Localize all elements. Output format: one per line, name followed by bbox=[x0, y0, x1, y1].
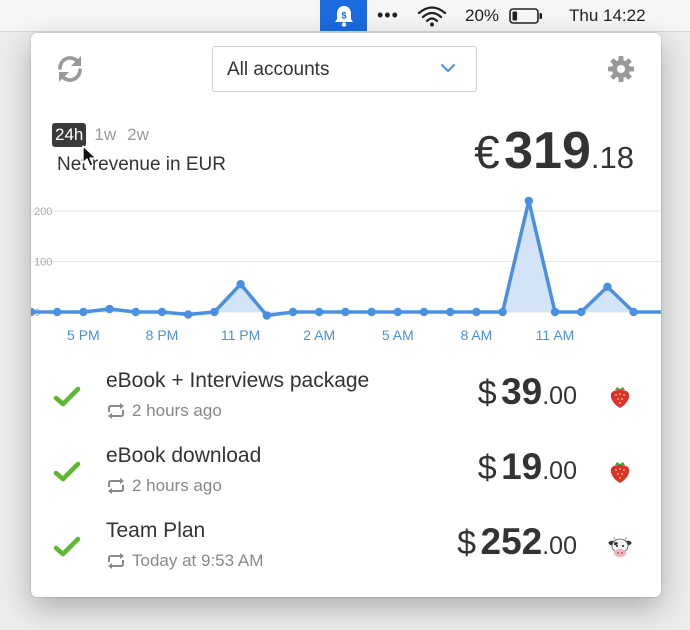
chart-point bbox=[184, 310, 193, 319]
chart-area bbox=[31, 200, 661, 316]
battery-percent: 20% bbox=[465, 6, 500, 25]
chart-point bbox=[603, 282, 612, 291]
range-tabs: 24h 1w 2w bbox=[52, 123, 152, 147]
revenue-total-integer: 319 bbox=[504, 122, 591, 180]
revenue-total-decimal: .18 bbox=[590, 140, 634, 175]
chart-line bbox=[31, 199, 661, 318]
menubar-clock[interactable]: Thu 14:22 bbox=[569, 6, 646, 26]
revenue-total: € 319.18 bbox=[474, 121, 634, 181]
transaction-time: 2 hours ago bbox=[132, 401, 222, 420]
tab-1w[interactable]: 1w bbox=[91, 123, 119, 147]
transaction-row[interactable]: eBook download 2 hours ago $ 19.00 bbox=[31, 441, 661, 513]
chart-point bbox=[472, 307, 481, 317]
recurring-icon bbox=[108, 478, 124, 494]
amount-currency: $ bbox=[477, 374, 497, 412]
transaction-amount: $ 19.00 bbox=[478, 446, 577, 488]
menu-bar: $ ••• 20% Thu 14:22 bbox=[0, 0, 690, 32]
chart-point bbox=[79, 307, 88, 317]
cow-icon bbox=[608, 537, 632, 557]
chart-x-tick-label: 8 AM bbox=[460, 327, 492, 343]
chart-point bbox=[524, 196, 533, 206]
menubar-more-icon[interactable]: ••• bbox=[377, 5, 399, 26]
chart-point bbox=[131, 307, 140, 317]
money-bell-icon: $ bbox=[334, 5, 353, 27]
chart-point bbox=[498, 307, 507, 317]
recurring-icon bbox=[108, 553, 124, 569]
chart-x-tick-label: 5 PM bbox=[67, 327, 100, 343]
chart-point bbox=[210, 307, 219, 317]
chart-point bbox=[419, 307, 429, 317]
battery-icon[interactable] bbox=[509, 8, 543, 24]
chart-y-tick-label: 200 bbox=[34, 206, 52, 218]
amount-decimal: .00 bbox=[542, 382, 577, 410]
chart-point bbox=[262, 311, 271, 320]
transaction-meta: Today at 9:53 AM bbox=[106, 551, 263, 571]
transaction-title: Team Plan bbox=[106, 519, 206, 542]
chart-point bbox=[288, 307, 298, 317]
chart-x-tick-label: 2 AM bbox=[303, 327, 335, 343]
revenue-chart: 20010005 PM 8 PM 11 PM 2 AM 5 AM 8 AM 11 AM bbox=[31, 196, 661, 343]
chart-point bbox=[393, 307, 402, 317]
amount-decimal: .00 bbox=[542, 532, 577, 560]
account-select[interactable]: All accounts bbox=[212, 46, 477, 92]
chart-x-tick-label: 11 PM bbox=[221, 327, 260, 343]
transaction-meta: 2 hours ago bbox=[106, 401, 222, 421]
chevron-down-icon bbox=[441, 64, 455, 72]
recurring-icon bbox=[108, 403, 124, 419]
tab-24h[interactable]: 24h bbox=[52, 123, 87, 147]
menubar-app-button[interactable]: $ bbox=[320, 0, 367, 31]
chart-x-tick-label: 11 AM bbox=[536, 327, 575, 343]
amount-integer: 19 bbox=[501, 446, 543, 487]
settings-button[interactable] bbox=[606, 54, 636, 84]
check-icon bbox=[53, 461, 81, 482]
revenue-popover: All accounts 24h 1w 2w Net revenue in EU… bbox=[31, 33, 661, 597]
chart-point bbox=[629, 307, 638, 317]
chart-point bbox=[367, 307, 376, 317]
transaction-time: Today at 9:53 AM bbox=[132, 551, 264, 570]
transaction-title: eBook download bbox=[106, 444, 262, 467]
wifi-icon[interactable] bbox=[417, 5, 447, 27]
chart-point bbox=[53, 307, 62, 317]
amount-currency: $ bbox=[477, 449, 497, 487]
chart-point bbox=[550, 307, 560, 317]
chart-y-tick-label: 100 bbox=[34, 257, 52, 269]
chart-point bbox=[446, 307, 455, 317]
chart-point bbox=[577, 307, 586, 317]
chart-point bbox=[157, 307, 167, 317]
chart-point bbox=[341, 307, 350, 317]
chart-point bbox=[236, 280, 245, 289]
amount-integer: 252 bbox=[480, 521, 543, 562]
transaction-title: eBook + Interviews package bbox=[106, 369, 370, 392]
strawberry-icon bbox=[610, 387, 630, 408]
chart-x-tick-label: 5 AM bbox=[382, 327, 414, 343]
transaction-meta: 2 hours ago bbox=[106, 476, 222, 496]
amount-integer: 39 bbox=[501, 371, 543, 412]
refresh-button[interactable] bbox=[55, 54, 85, 84]
amount-currency: $ bbox=[457, 524, 477, 562]
mouse-cursor-icon bbox=[82, 145, 97, 167]
chart-point bbox=[315, 307, 324, 317]
refresh-icon bbox=[58, 56, 82, 82]
check-icon bbox=[53, 536, 81, 557]
chart-x-tick-label: 8 PM bbox=[146, 327, 179, 343]
account-select-value: All accounts bbox=[227, 59, 330, 80]
amount-decimal: .00 bbox=[542, 457, 577, 485]
tab-2w[interactable]: 2w bbox=[124, 123, 152, 147]
gear-icon bbox=[608, 56, 634, 82]
strawberry-icon bbox=[610, 462, 630, 483]
transaction-row[interactable]: Team Plan Today at 9:53 AM $ 252.00 bbox=[31, 516, 661, 588]
check-icon bbox=[53, 386, 81, 407]
transaction-amount: $ 252.00 bbox=[457, 521, 577, 563]
revenue-currency: € bbox=[474, 126, 500, 178]
svg-text:$: $ bbox=[341, 10, 346, 20]
transaction-time: 2 hours ago bbox=[132, 476, 222, 495]
transaction-amount: $ 39.00 bbox=[478, 371, 577, 413]
chart-point bbox=[105, 304, 114, 314]
transaction-row[interactable]: eBook + Interviews package 2 hours ago $… bbox=[31, 366, 661, 438]
